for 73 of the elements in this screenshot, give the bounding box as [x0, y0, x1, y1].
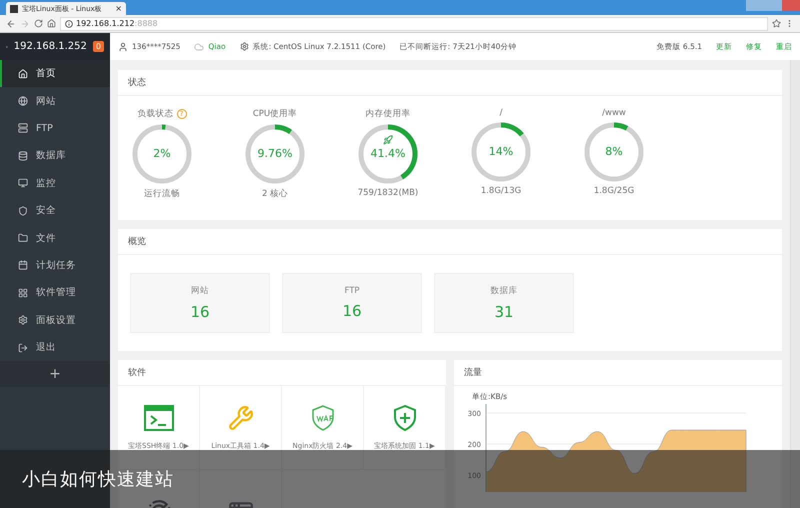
sidebar-item[interactable]: 监控 [0, 170, 110, 197]
shield-icon [310, 404, 334, 430]
gauge-ring [244, 123, 306, 185]
stat-label: 网站 [191, 285, 209, 297]
nav-icon [18, 288, 28, 298]
gauge-label: 内存使用率 [366, 108, 410, 120]
stat-value: 16 [190, 303, 210, 321]
nav-icon [18, 178, 28, 188]
nav-icon [18, 342, 28, 353]
sidebar-item[interactable]: FTP [0, 114, 110, 142]
nav-icon [18, 315, 28, 326]
nav-icon [18, 206, 28, 216]
gauge-ring [357, 123, 419, 185]
back-icon[interactable] [6, 18, 16, 28]
wrench-icon [228, 404, 254, 430]
add-button[interactable]: + [0, 361, 110, 388]
stat-value: 16 [342, 302, 362, 320]
gauge-caption: 1.8G/13G [480, 186, 522, 196]
sidebar-item[interactable]: 安全 [0, 196, 110, 224]
caption-text: 小白如何快速建站 [22, 468, 174, 491]
gauge-value: 2% [152, 147, 172, 160]
nav-icon [18, 68, 28, 79]
gauge-ring [583, 121, 645, 183]
gauge-value: 14% [488, 145, 514, 158]
info-icon [65, 20, 73, 28]
stat-value: 31 [494, 303, 514, 321]
gauge-label: / [500, 108, 502, 118]
gauge-value: 8% [604, 145, 624, 158]
reload-icon[interactable] [34, 19, 43, 28]
gauge-label: CPU使用率 [252, 108, 298, 120]
gauge-label: 负载状态 [138, 108, 174, 120]
card-title: 软件 [118, 360, 446, 386]
sidebar-item[interactable]: 数据库 [0, 142, 110, 170]
cloud-icon [194, 42, 204, 52]
nav-icon [18, 150, 28, 161]
card-title: 流量 [454, 360, 782, 386]
gauge-value: 41.4% [370, 147, 406, 160]
user-icon [118, 42, 128, 52]
card-title: 状态 [118, 70, 782, 96]
rocket-icon[interactable] [383, 135, 393, 145]
sidebar-item[interactable]: 首页 [0, 60, 110, 88]
sidebar-item[interactable]: 文件 [0, 224, 110, 252]
gauge-caption: 2 核心 [262, 188, 288, 200]
sidebar-item[interactable]: 网站 [0, 87, 110, 115]
terminal-icon [144, 404, 174, 430]
gauge-value: 9.76% [256, 147, 294, 160]
gauge-caption: 运行流畅 [144, 188, 180, 200]
nav-icon [18, 233, 28, 244]
gauge-caption: 759/1832(MB) [358, 188, 418, 198]
tab-close-button[interactable]: × [115, 4, 122, 13]
nav-icon [18, 96, 28, 106]
stat-label: 数据库 [490, 285, 518, 297]
url-text: 192.168.1.212:8888 [76, 19, 158, 28]
nav-icon [18, 123, 28, 134]
scrollbar[interactable] [790, 60, 800, 508]
home-icon[interactable] [47, 19, 56, 28]
bookmark-icon[interactable] [772, 19, 781, 28]
server-address: 192.168.1.252 [14, 41, 87, 52]
sidebar-item[interactable]: 计划任务 [0, 252, 110, 280]
sidebar-item[interactable]: 面板设置 [0, 306, 110, 334]
shield-plus-icon [392, 404, 416, 430]
address-field[interactable]: 192.168.1.212:8888 [60, 16, 768, 30]
sidebar-item[interactable]: 软件管理 [0, 279, 110, 307]
site-logo-icon [10, 4, 18, 12]
gear-icon [240, 42, 249, 51]
sidebar-item[interactable]: 退出 [0, 334, 110, 362]
gauge-ring [470, 121, 532, 183]
gauge-caption: 1.8G/25G [594, 186, 634, 196]
gauge-label: /www [602, 108, 626, 118]
gauge-ring [131, 123, 193, 185]
stat-label: FTP [344, 286, 360, 296]
nav-icon [18, 260, 28, 270]
card-title: 概览 [118, 229, 782, 255]
